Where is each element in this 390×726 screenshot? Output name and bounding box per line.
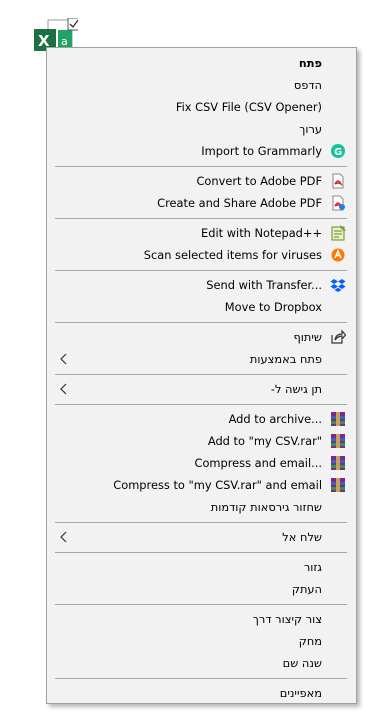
menu-item-label: Import to Grammarly [201,144,322,158]
adobe-pdf-icon [330,173,346,189]
adobe-share-pdf-icon [330,195,346,211]
menu-item-label: ערוך [299,122,322,136]
menu-item-rename[interactable]: שנה שם [47,652,356,674]
menu-separator [55,678,347,679]
menu-item-copy[interactable]: העתק [47,578,356,600]
menu-item-create-shortcut[interactable]: צור קיצור דרך [47,608,356,630]
menu-item-edit-notepad[interactable]: Edit with Notepad++ [47,222,356,244]
menu-item-edit[interactable]: ערוך [47,118,356,140]
dropbox-icon [330,277,346,293]
menu-item-open-with[interactable]: פתח באמצעות [47,348,356,370]
menu-item-compress-and-email[interactable]: Compress and email... [47,452,356,474]
menu-item-open[interactable]: פתח [47,52,356,74]
menu-item-convert-adobe-pdf[interactable]: Convert to Adobe PDF [47,170,356,192]
menu-item-label: Add to archive... [228,412,322,426]
svg-text:G: G [334,147,342,158]
menu-item-label: Send with Transfer... [206,278,322,292]
menu-item-label: Add to "my CSV.rar" [207,434,322,448]
menu-item-label: Fix CSV File (CSV Opener) [175,100,322,114]
menu-item-label: שחזור גירסאות קודמות [210,500,322,514]
menu-item-label: Scan selected items for viruses [143,248,322,262]
menu-separator [55,166,347,167]
menu-item-label: שיתוף [293,330,323,344]
winrar-icon [330,477,346,493]
menu-item-label: הדפס [293,78,322,92]
menu-item-label: מאפיינים [279,686,322,700]
menu-item-label: Compress and email... [194,456,322,470]
chevron-left-icon [57,530,71,544]
avast-icon [330,247,346,263]
chevron-left-icon [57,352,71,366]
chevron-left-icon [57,382,71,396]
menu-item-label: Move to Dropbox [224,300,322,314]
menu-item-send-with-transfer[interactable]: Send with Transfer... [47,274,356,296]
menu-item-properties[interactable]: מאפיינים [47,682,356,704]
menu-item-scan-viruses[interactable]: Scan selected items for viruses [47,244,356,266]
menu-item-label: פתח באמצעות [249,352,322,366]
menu-separator [55,604,347,605]
winrar-icon [330,411,346,427]
menu-separator [55,322,347,323]
menu-item-fix-csv[interactable]: Fix CSV File (CSV Opener) [47,96,356,118]
menu-item-label: העתק [291,582,322,596]
share-icon [330,329,347,345]
winrar-icon [330,455,346,471]
menu-item-label: מחק [298,634,322,648]
menu-item-create-share-adobe-pdf[interactable]: Create and Share Adobe PDF [47,192,356,214]
menu-separator [55,552,347,553]
menu-separator [55,270,347,271]
menu-item-compress-rar-and-email[interactable]: Compress to "my CSV.rar" and email [47,474,356,496]
menu-separator [55,374,347,375]
menu-item-label: גזור [303,560,322,574]
menu-item-label: צור קיצור דרך [252,612,322,626]
menu-item-label: פתח [298,56,322,70]
menu-item-restore-previous-versions[interactable]: שחזור גירסאות קודמות [47,496,356,518]
menu-item-add-to-archive[interactable]: Add to archive... [47,408,356,430]
menu-item-label: Create and Share Adobe PDF [157,196,322,210]
winrar-icon [330,433,346,449]
menu-item-move-to-dropbox[interactable]: Move to Dropbox [47,296,356,318]
grammarly-icon: G [330,143,346,159]
menu-item-share[interactable]: שיתוף [47,326,356,348]
menu-item-import-grammarly[interactable]: G Import to Grammarly [47,140,356,162]
menu-item-give-access[interactable]: תן גישה ל- [47,378,356,400]
menu-item-delete[interactable]: מחק [47,630,356,652]
menu-separator [55,218,347,219]
menu-item-label: Compress to "my CSV.rar" and email [113,478,322,492]
menu-item-print[interactable]: הדפס [47,74,356,96]
menu-item-send-to[interactable]: שלח אל [47,526,356,548]
menu-item-label: Convert to Adobe PDF [196,174,322,188]
menu-item-label: Edit with Notepad++ [201,226,322,240]
menu-item-add-to-rar[interactable]: Add to "my CSV.rar" [47,430,356,452]
menu-item-label: שלח אל [282,530,322,544]
menu-separator [55,404,347,405]
menu-item-label: שנה שם [282,656,322,670]
notepad-plus-plus-icon [330,225,346,241]
menu-separator [55,522,347,523]
menu-item-label: תן גישה ל- [270,382,322,396]
context-menu: פתח הדפס Fix CSV File (CSV Opener) ערוך … [46,47,357,704]
menu-item-cut[interactable]: גזור [47,556,356,578]
